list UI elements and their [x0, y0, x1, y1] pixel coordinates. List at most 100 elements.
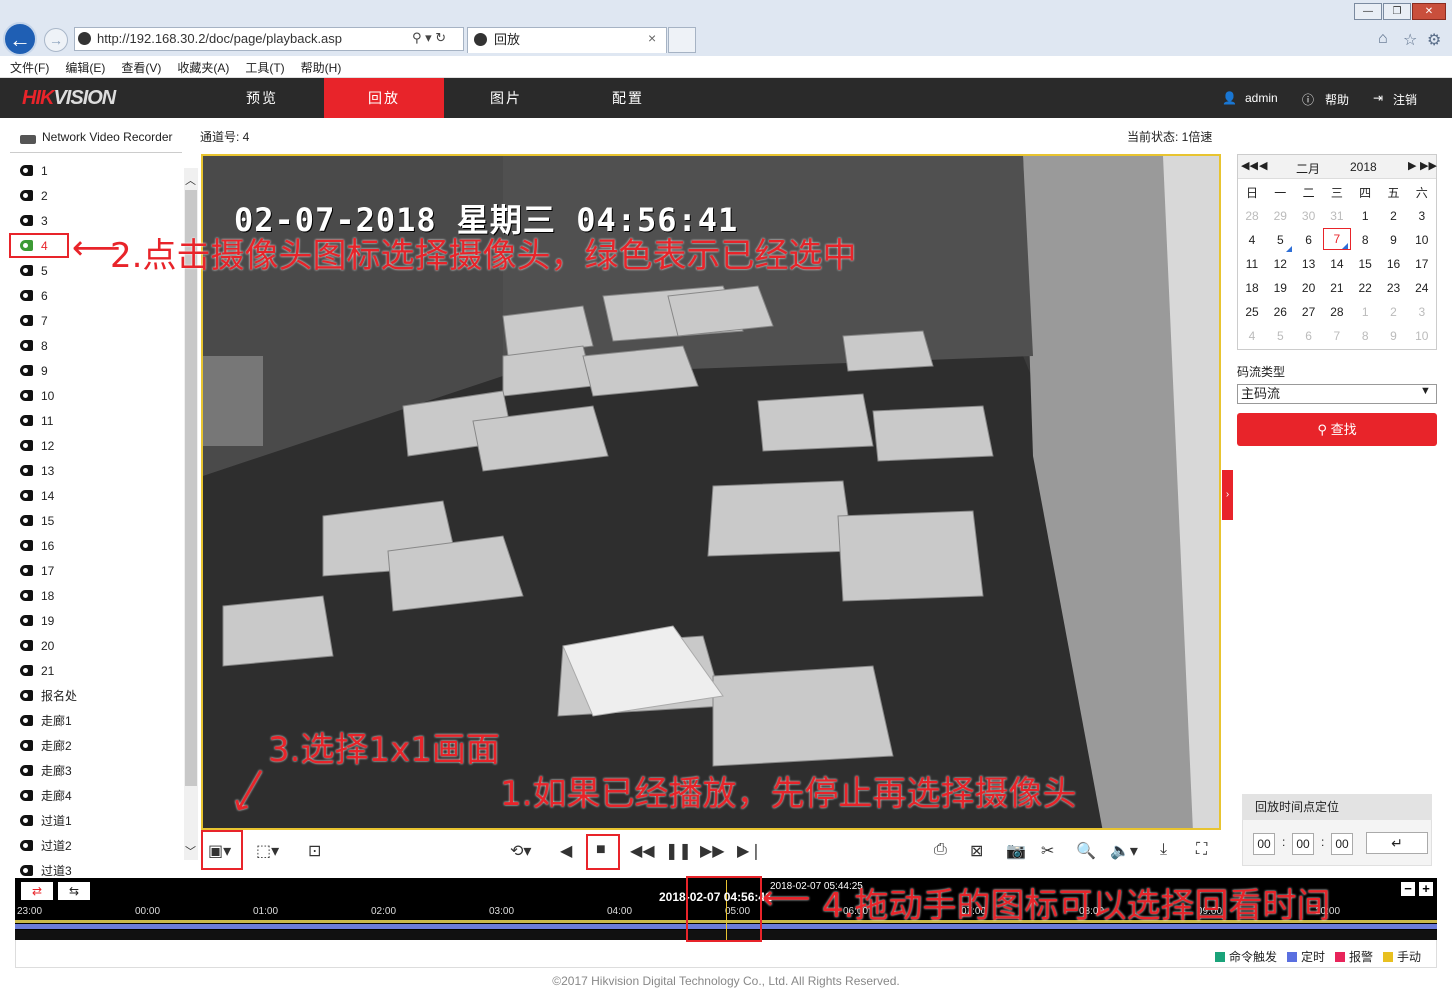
- channel-item[interactable]: 20: [20, 638, 54, 654]
- channel-item[interactable]: 过道3: [20, 863, 72, 879]
- second-input[interactable]: 00: [1331, 833, 1353, 855]
- camera-icon[interactable]: [20, 865, 33, 876]
- channel-item[interactable]: 14: [20, 488, 54, 504]
- camera-icon[interactable]: [20, 815, 33, 826]
- channel-item[interactable]: 8: [20, 338, 48, 354]
- channel-item[interactable]: 17: [20, 563, 54, 579]
- channel-item[interactable]: 21: [20, 663, 54, 679]
- zoom-icon[interactable]: 🔍: [1076, 841, 1096, 861]
- camera-icon[interactable]: [20, 415, 33, 426]
- address-bar[interactable]: http://192.168.30.2/doc/page/playback.as…: [74, 27, 464, 51]
- hour-input[interactable]: 00: [1253, 833, 1275, 855]
- menu-tools[interactable]: 工具(T): [235, 56, 284, 76]
- channel-item[interactable]: 9: [20, 363, 48, 379]
- camera-icon[interactable]: [20, 440, 33, 451]
- menu-view[interactable]: 查看(V): [111, 56, 161, 76]
- calendar-day[interactable]: 28: [1323, 300, 1351, 324]
- calendar-day[interactable]: 3: [1408, 300, 1436, 324]
- browser-tab[interactable]: 回放: [467, 27, 667, 53]
- camera-icon[interactable]: [20, 640, 33, 651]
- calendar-day[interactable]: 12: [1266, 252, 1294, 276]
- stream-type-select[interactable]: 主码流: [1237, 384, 1437, 404]
- scrollbar-thumb[interactable]: [185, 190, 197, 786]
- channel-item[interactable]: 6: [20, 288, 48, 304]
- channel-item[interactable]: 报名处: [20, 688, 77, 704]
- calendar-day[interactable]: 25: [1238, 300, 1266, 324]
- calendar-day[interactable]: 20: [1295, 276, 1323, 300]
- camera-icon[interactable]: [20, 190, 33, 201]
- camera-icon[interactable]: [20, 390, 33, 401]
- calendar-day[interactable]: 19: [1266, 276, 1294, 300]
- chevron-down-icon[interactable]: ▼: [1420, 385, 1431, 397]
- camera-icon[interactable]: [20, 590, 33, 601]
- calendar-day[interactable]: 1: [1351, 300, 1379, 324]
- reverse-play-icon[interactable]: ⟲▾: [510, 841, 531, 861]
- logout-link[interactable]: 注销: [1393, 91, 1417, 108]
- camera-icon[interactable]: [20, 365, 33, 376]
- calendar-day[interactable]: 7: [1323, 324, 1351, 348]
- slow-icon[interactable]: ◀◀: [630, 841, 655, 861]
- camera-icon[interactable]: [20, 265, 33, 276]
- timeline-toggle-icon[interactable]: ⇆: [58, 882, 90, 900]
- camera-icon[interactable]: [20, 690, 33, 701]
- minimize-button[interactable]: —: [1354, 3, 1382, 20]
- camera-icon[interactable]: [20, 340, 33, 351]
- pause-icon[interactable]: ❚❚: [665, 841, 692, 861]
- calendar-day[interactable]: 15: [1351, 252, 1379, 276]
- menu-favorites[interactable]: 收藏夹(A): [167, 56, 229, 76]
- channel-item[interactable]: 3: [20, 213, 48, 229]
- forward-button[interactable]: →: [44, 28, 68, 52]
- camera-icon[interactable]: [20, 565, 33, 576]
- calendar-day[interactable]: 17: [1408, 252, 1436, 276]
- calendar-day[interactable]: 3: [1408, 204, 1436, 228]
- home-icon[interactable]: ⌂: [1378, 30, 1388, 48]
- calendar-day[interactable]: 30: [1295, 204, 1323, 228]
- channel-item[interactable]: 16: [20, 538, 54, 554]
- fast-icon[interactable]: ▶▶: [700, 841, 725, 861]
- clip-icon[interactable]: ✂: [1041, 841, 1054, 861]
- timeline-zoom-in[interactable]: +: [1419, 882, 1433, 896]
- sync-icon[interactable]: ⊡: [308, 841, 321, 861]
- calendar-day[interactable]: 5: [1266, 324, 1294, 348]
- channel-item[interactable]: 过道1: [20, 813, 72, 829]
- calendar-day[interactable]: 4: [1238, 228, 1266, 252]
- calendar-day[interactable]: 23: [1380, 276, 1408, 300]
- calendar-day[interactable]: 18: [1238, 276, 1266, 300]
- calendar-day[interactable]: 14: [1323, 252, 1351, 276]
- next-month-icon[interactable]: ▶: [1408, 159, 1416, 172]
- calendar-day[interactable]: 26: [1266, 300, 1294, 324]
- nav-picture[interactable]: 图片: [446, 78, 566, 118]
- calendar-day[interactable]: 1: [1351, 204, 1379, 228]
- nav-preview[interactable]: 预览: [202, 78, 322, 118]
- channel-item[interactable]: 12: [20, 438, 54, 454]
- audio-icon[interactable]: 🔈▾: [1110, 841, 1138, 861]
- calendar-day[interactable]: 21: [1323, 276, 1351, 300]
- calendar-day[interactable]: 10: [1408, 324, 1436, 348]
- next-frame-icon[interactable]: ▶❘: [737, 841, 763, 861]
- calendar-day[interactable]: 5: [1266, 228, 1294, 252]
- calendar-day[interactable]: 9: [1380, 324, 1408, 348]
- back-button[interactable]: ←: [3, 22, 37, 56]
- scroll-up-icon[interactable]: ︿: [185, 172, 196, 188]
- channel-item[interactable]: 10: [20, 388, 54, 404]
- camera-icon[interactable]: [20, 465, 33, 476]
- calendar-day[interactable]: 6: [1295, 228, 1323, 252]
- channel-item[interactable]: 13: [20, 463, 54, 479]
- calendar-day[interactable]: 7: [1322, 228, 1351, 250]
- close-window-button[interactable]: ✕: [1412, 3, 1446, 20]
- camera-icon[interactable]: [20, 165, 33, 176]
- calendar-day[interactable]: 24: [1408, 276, 1436, 300]
- channel-item[interactable]: 走廊4: [20, 788, 72, 804]
- device-name[interactable]: Network Video Recorder: [42, 130, 173, 144]
- channel-item[interactable]: 19: [20, 613, 54, 629]
- download-icon[interactable]: ⤓: [1160, 841, 1167, 859]
- fullscreen-icon[interactable]: ⛶: [1196, 841, 1207, 859]
- calendar-day[interactable]: 29: [1266, 204, 1294, 228]
- favorites-icon[interactable]: ☆: [1403, 30, 1417, 50]
- calendar-day[interactable]: 2: [1380, 204, 1408, 228]
- capture-icon[interactable]: 📷: [1006, 841, 1026, 861]
- channel-item[interactable]: 走廊3: [20, 763, 72, 779]
- channel-item[interactable]: 15: [20, 513, 54, 529]
- new-tab-button[interactable]: [668, 27, 696, 53]
- channel-item[interactable]: 5: [20, 263, 48, 279]
